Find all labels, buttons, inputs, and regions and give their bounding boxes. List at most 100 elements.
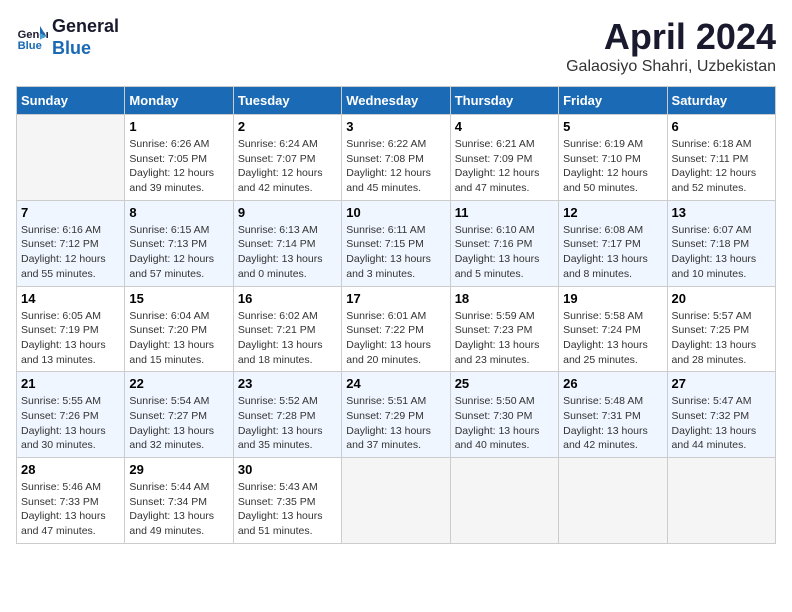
day-number: 3 [346,119,445,134]
day-info: Sunrise: 5:55 AMSunset: 7:26 PMDaylight:… [21,394,120,453]
location-subtitle: Galaosiyo Shahri, Uzbekistan [566,58,776,76]
day-number: 10 [346,205,445,220]
table-row: 12 Sunrise: 6:08 AMSunset: 7:17 PMDayligh… [559,200,667,286]
day-number: 2 [238,119,337,134]
table-row: 24 Sunrise: 5:51 AMSunset: 7:29 PMDayligh… [342,372,450,458]
day-number: 11 [455,205,554,220]
table-row: 10 Sunrise: 6:11 AMSunset: 7:15 PMDayligh… [342,200,450,286]
day-info: Sunrise: 6:21 AMSunset: 7:09 PMDaylight:… [455,137,554,196]
day-number: 12 [563,205,662,220]
day-number: 6 [672,119,771,134]
table-row: 9Sunrise: 6:13 AMSunset: 7:14 PMDaylight… [233,200,341,286]
table-row: 17Sunrise: 6:01 AMSunset: 7:22 PMDayligh… [342,286,450,372]
day-number: 23 [238,376,337,391]
week-row-4: 21 Sunrise: 5:55 AMSunset: 7:26 PMDayligh… [17,372,776,458]
day-info: Sunrise: 5:46 AMSunset: 7:33 PMDaylight:… [21,480,120,539]
page-header: General Blue General Blue April 2024 Gal… [16,16,776,76]
day-number: 17 [346,291,445,306]
day-number: 4 [455,119,554,134]
col-saturday: Saturday [667,87,775,115]
day-info: Sunrise: 6:07 AMSunset: 7:18 PMDaylight:… [672,223,771,282]
table-row: 1 Sunrise: 6:26 AMSunset: 7:05 PMDaylight… [125,115,233,201]
table-row: 21 Sunrise: 5:55 AMSunset: 7:26 PMDayligh… [17,372,125,458]
table-row: 11 Sunrise: 6:10 AMSunset: 7:16 PMDayligh… [450,200,558,286]
day-number: 7 [21,205,120,220]
table-row: 28 Sunrise: 5:46 AMSunset: 7:33 PMDayligh… [17,458,125,544]
table-row: 26 Sunrise: 5:48 AMSunset: 7:31 PMDayligh… [559,372,667,458]
table-row [559,458,667,544]
day-number: 27 [672,376,771,391]
day-number: 22 [129,376,228,391]
table-row: 6 Sunrise: 6:18 AMSunset: 7:11 PMDaylight… [667,115,775,201]
day-info: Sunrise: 6:04 AMSunset: 7:20 PMDaylight:… [129,309,228,368]
col-thursday: Thursday [450,87,558,115]
day-info: Sunrise: 5:54 AMSunset: 7:27 PMDaylight:… [129,394,228,453]
table-row [17,115,125,201]
table-row: 4 Sunrise: 6:21 AMSunset: 7:09 PMDaylight… [450,115,558,201]
table-row: 14 Sunrise: 6:05 AMSunset: 7:19 PMDayligh… [17,286,125,372]
day-number: 13 [672,205,771,220]
table-row: 27 Sunrise: 5:47 AMSunset: 7:32 PMDayligh… [667,372,775,458]
day-number: 26 [563,376,662,391]
week-row-2: 7 Sunrise: 6:16 AMSunset: 7:12 PMDaylight… [17,200,776,286]
table-row: 16 Sunrise: 6:02 AMSunset: 7:21 PMDayligh… [233,286,341,372]
day-number: 25 [455,376,554,391]
day-number: 24 [346,376,445,391]
day-info: Sunrise: 5:44 AMSunset: 7:34 PMDaylight:… [129,480,228,539]
day-info: Sunrise: 5:51 AMSunset: 7:29 PMDaylight:… [346,394,445,453]
col-friday: Friday [559,87,667,115]
logo-general: General [52,16,119,38]
day-info: Sunrise: 5:57 AMSunset: 7:25 PMDaylight:… [672,309,771,368]
table-row: 7 Sunrise: 6:16 AMSunset: 7:12 PMDaylight… [17,200,125,286]
day-number: 1 [129,119,228,134]
day-info: Sunrise: 6:10 AMSunset: 7:16 PMDaylight:… [455,223,554,282]
day-info: Sunrise: 5:52 AMSunset: 7:28 PMDaylight:… [238,394,337,453]
day-number: 5 [563,119,662,134]
day-info: Sunrise: 6:02 AMSunset: 7:21 PMDaylight:… [238,309,337,368]
day-info: Sunrise: 6:15 AMSunset: 7:13 PMDaylight:… [129,223,228,282]
day-number: 30 [238,462,337,477]
table-row [667,458,775,544]
week-row-3: 14 Sunrise: 6:05 AMSunset: 7:19 PMDayligh… [17,286,776,372]
table-row: 8Sunrise: 6:15 AMSunset: 7:13 PMDaylight… [125,200,233,286]
day-number: 28 [21,462,120,477]
col-monday: Monday [125,87,233,115]
svg-text:Blue: Blue [18,40,42,52]
day-info: Sunrise: 6:19 AMSunset: 7:10 PMDaylight:… [563,137,662,196]
day-info: Sunrise: 6:18 AMSunset: 7:11 PMDaylight:… [672,137,771,196]
week-row-1: 1 Sunrise: 6:26 AMSunset: 7:05 PMDaylight… [17,115,776,201]
calendar-table: Sunday Monday Tuesday Wednesday Thursday… [16,86,776,544]
day-info: Sunrise: 6:24 AMSunset: 7:07 PMDaylight:… [238,137,337,196]
table-row [342,458,450,544]
day-info: Sunrise: 5:48 AMSunset: 7:31 PMDaylight:… [563,394,662,453]
table-row: 30 Sunrise: 5:43 AMSunset: 7:35 PMDayligh… [233,458,341,544]
day-info: Sunrise: 5:58 AMSunset: 7:24 PMDaylight:… [563,309,662,368]
day-number: 19 [563,291,662,306]
weekday-header-row: Sunday Monday Tuesday Wednesday Thursday… [17,87,776,115]
table-row: 18Sunrise: 5:59 AMSunset: 7:23 PMDayligh… [450,286,558,372]
month-title: April 2024 [566,16,776,58]
table-row: 19 Sunrise: 5:58 AMSunset: 7:24 PMDayligh… [559,286,667,372]
day-info: Sunrise: 5:43 AMSunset: 7:35 PMDaylight:… [238,480,337,539]
logo-icon: General Blue [16,22,48,54]
day-number: 15 [129,291,228,306]
logo: General Blue General Blue [16,16,119,59]
day-number: 14 [21,291,120,306]
day-info: Sunrise: 5:50 AMSunset: 7:30 PMDaylight:… [455,394,554,453]
day-info: Sunrise: 6:16 AMSunset: 7:12 PMDaylight:… [21,223,120,282]
table-row: 5 Sunrise: 6:19 AMSunset: 7:10 PMDaylight… [559,115,667,201]
day-number: 20 [672,291,771,306]
day-number: 9 [238,205,337,220]
day-info: Sunrise: 6:08 AMSunset: 7:17 PMDaylight:… [563,223,662,282]
day-info: Sunrise: 6:05 AMSunset: 7:19 PMDaylight:… [21,309,120,368]
day-info: Sunrise: 5:47 AMSunset: 7:32 PMDaylight:… [672,394,771,453]
day-number: 21 [21,376,120,391]
title-area: April 2024 Galaosiyo Shahri, Uzbekistan [566,16,776,76]
logo-blue: Blue [52,38,119,60]
day-info: Sunrise: 6:22 AMSunset: 7:08 PMDaylight:… [346,137,445,196]
day-info: Sunrise: 6:11 AMSunset: 7:15 PMDaylight:… [346,223,445,282]
table-row: 23 Sunrise: 5:52 AMSunset: 7:28 PMDayligh… [233,372,341,458]
day-info: Sunrise: 6:26 AMSunset: 7:05 PMDaylight:… [129,137,228,196]
table-row: 15 Sunrise: 6:04 AMSunset: 7:20 PMDayligh… [125,286,233,372]
day-number: 16 [238,291,337,306]
